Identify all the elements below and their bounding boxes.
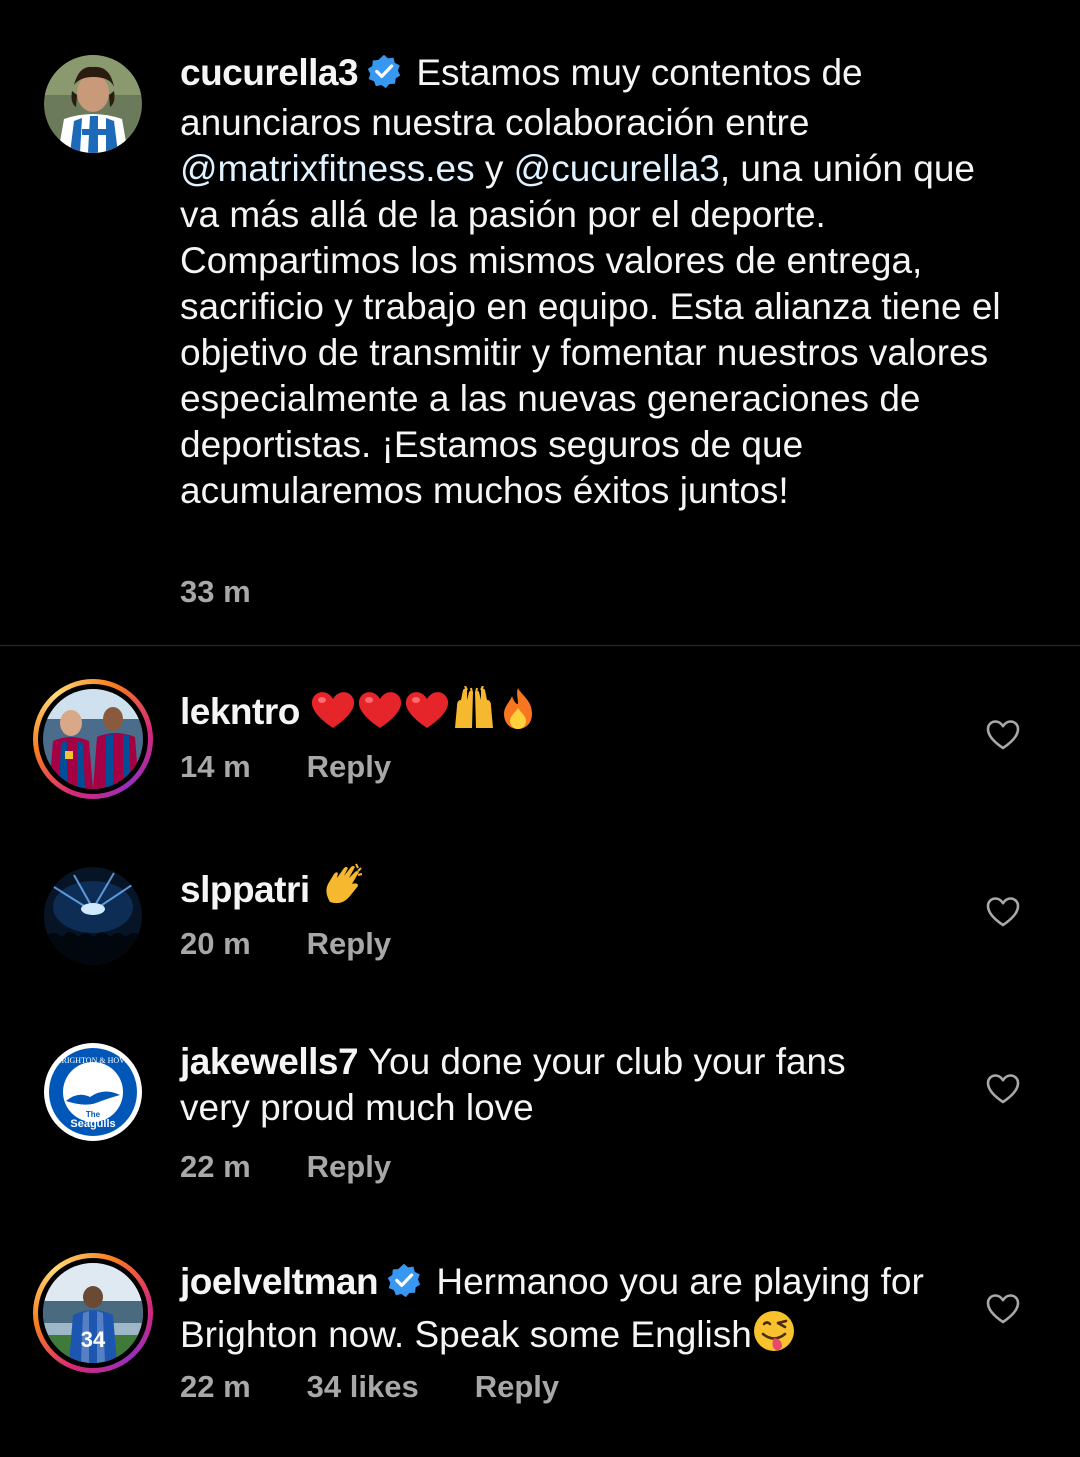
crest-text-sub: ALBION <box>80 1066 106 1074</box>
verified-badge-icon <box>386 1262 422 1309</box>
avatar-image <box>44 867 142 965</box>
reply-button[interactable]: Reply <box>307 747 391 787</box>
story-ring[interactable] <box>33 679 153 799</box>
comment-text: slppatri <box>180 862 950 919</box>
clapping-hand-icon <box>320 862 366 919</box>
timestamp: 33 m <box>180 574 251 609</box>
caption-username[interactable]: cucurella3 <box>180 52 359 93</box>
crest-text-top: BRIGHTON & HOVE <box>56 1056 130 1065</box>
comment-text: jakewells7 You done your club your fans … <box>180 1039 900 1131</box>
story-ring[interactable]: 34 <box>33 1253 153 1373</box>
timestamp: 14 m <box>180 749 251 784</box>
club-crest-image: BRIGHTON & HOVE ALBION The Seagulls <box>45 1044 141 1140</box>
like-heart-icon[interactable] <box>986 719 1020 751</box>
comment-meta: 14 m Reply <box>180 747 447 787</box>
mention-link[interactable]: @cucurella3 <box>514 148 720 189</box>
red-heart-icon <box>357 690 403 741</box>
reply-button[interactable]: Reply <box>307 1147 391 1187</box>
avatar[interactable]: BRIGHTON & HOVE ALBION The Seagulls <box>44 1043 142 1141</box>
like-count[interactable]: 34 likes <box>307 1367 419 1407</box>
reply-button[interactable]: Reply <box>475 1367 559 1407</box>
avatar-image <box>43 689 143 789</box>
avatar[interactable] <box>44 867 142 965</box>
crest-text-bottom: Seagulls <box>70 1118 115 1130</box>
caption-body-part: y <box>474 148 514 189</box>
timestamp: 20 m <box>180 926 251 961</box>
avatar <box>43 689 143 789</box>
comment-text: lekntro <box>180 685 950 741</box>
comment-text: joelveltman Hermanoo you are playing for… <box>180 1259 940 1364</box>
verified-badge-icon <box>366 53 402 100</box>
avatar-image: 34 <box>43 1263 143 1363</box>
like-heart-icon[interactable] <box>986 1293 1020 1325</box>
comment-meta: 22 m Reply <box>180 1147 447 1187</box>
raising-hands-icon <box>451 685 497 741</box>
caption-body-part: , una unión que va más allá de la pasión… <box>180 148 1001 511</box>
like-heart-icon[interactable] <box>986 1073 1020 1105</box>
timestamp: 22 m <box>180 1369 251 1404</box>
red-heart-icon <box>310 690 356 741</box>
avatar: 34 <box>43 1263 143 1363</box>
avatar-image <box>44 55 142 153</box>
comment-username[interactable]: joelveltman <box>180 1261 379 1302</box>
fire-icon <box>498 686 538 741</box>
avatar[interactable] <box>44 55 142 153</box>
comment-meta: 20 m Reply <box>180 924 447 964</box>
caption-meta: 33 m <box>180 572 307 612</box>
divider <box>0 645 1080 646</box>
reply-button[interactable]: Reply <box>307 924 391 964</box>
caption-text: cucurella3 Estamos muy contentos de anun… <box>180 50 1010 514</box>
timestamp: 22 m <box>180 1149 251 1184</box>
like-heart-icon[interactable] <box>986 896 1020 928</box>
comment-username[interactable]: lekntro <box>180 691 300 732</box>
comment-username[interactable]: slppatri <box>180 869 310 910</box>
shirt-number: 34 <box>81 1327 106 1352</box>
post-caption: cucurella3 Estamos muy contentos de anun… <box>0 0 1080 645</box>
comment-meta: 22 m 34 likes Reply <box>180 1367 615 1407</box>
red-heart-icon <box>404 690 450 741</box>
mention-link[interactable]: @matrixfitness.es <box>180 148 475 189</box>
winking-tongue-face-icon <box>752 1309 796 1364</box>
comment-username[interactable]: jakewells7 <box>180 1041 359 1082</box>
